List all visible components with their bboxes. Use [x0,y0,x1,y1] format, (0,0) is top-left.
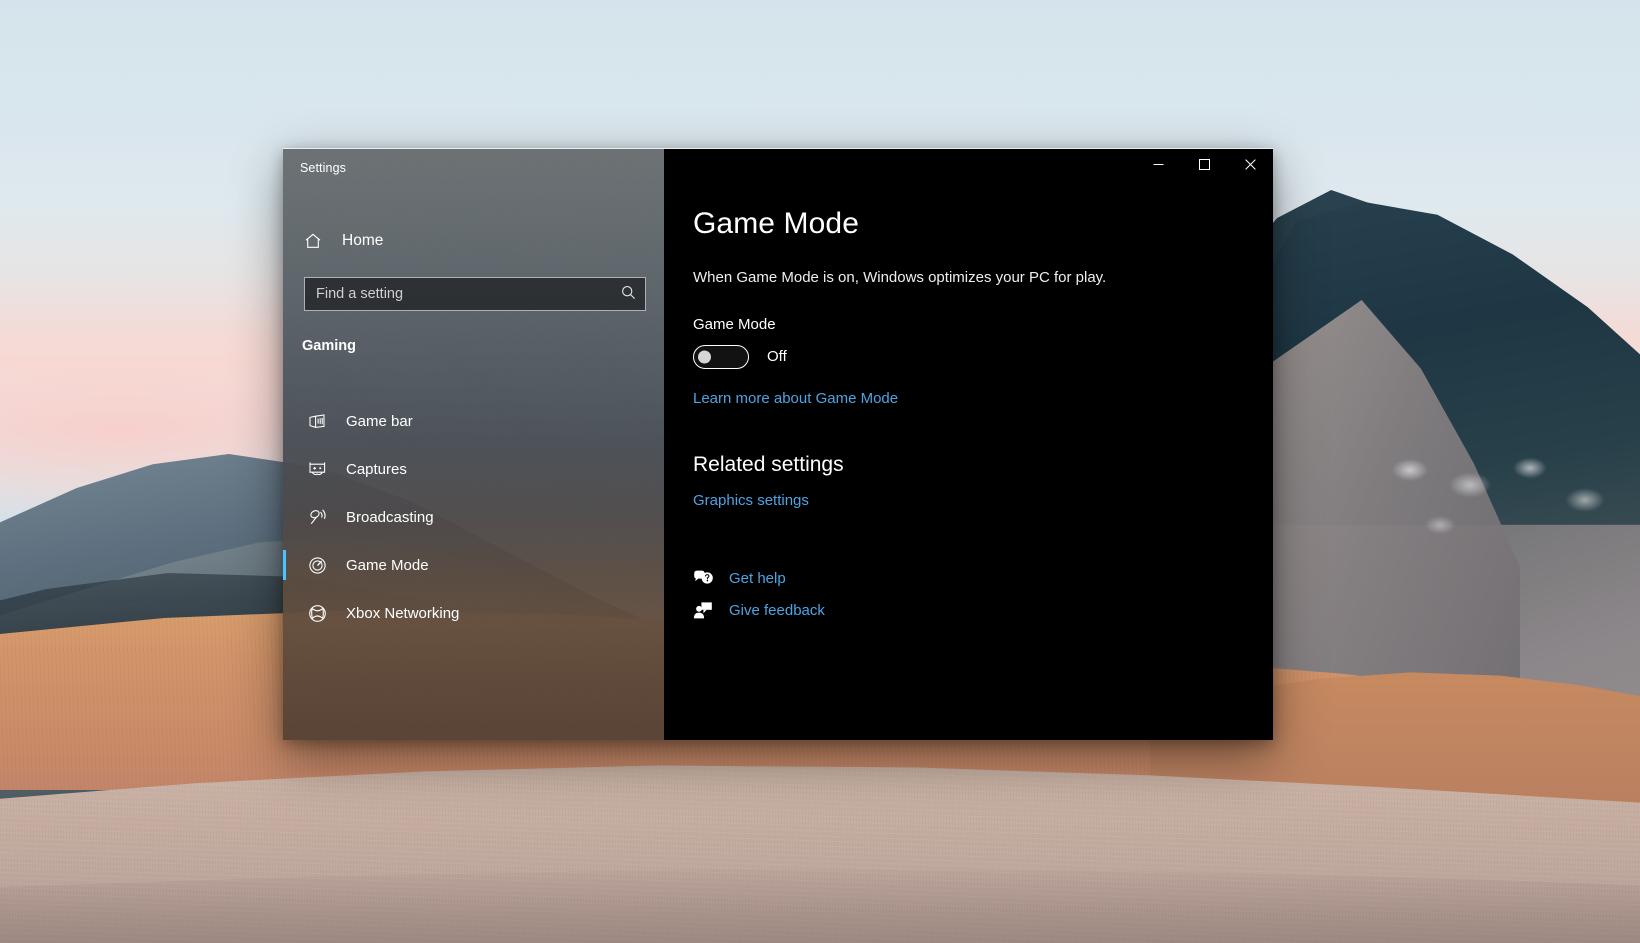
settings-window: Settings Home [283,148,1273,740]
sidebar-item-home-label: Home [342,232,383,250]
footer-links: Get help Give feedback [693,563,1249,627]
app-title: Settings [300,161,346,175]
sidebar-item-xbox-networking[interactable]: Xbox Networking [283,589,664,637]
page-title: Game Mode [693,207,1249,241]
captures-icon [306,458,328,480]
sidebar-item-label: Game Mode [346,557,429,574]
sidebar-item-game-bar[interactable]: Game bar [283,397,664,445]
sidebar-item-label: Game bar [346,413,413,430]
related-settings-heading: Related settings [693,453,1249,477]
sidebar-nav: Game bar Captures [283,397,664,637]
content-area: Game Mode When Game Mode is on, Windows … [664,149,1273,740]
settings-page: Game Mode When Game Mode is on, Windows … [693,207,1249,627]
sidebar-item-captures[interactable]: Captures [283,445,664,493]
sidebar: Settings Home [283,149,664,740]
search-icon [620,284,637,304]
close-icon [1245,158,1256,173]
sidebar-section-title: Gaming [302,338,356,354]
game-mode-toggle-state: Off [767,348,787,365]
toggle-knob [698,350,711,363]
search-box[interactable] [304,277,646,311]
search-button[interactable] [611,278,645,310]
game-mode-field-label: Game Mode [693,316,1249,333]
learn-more-link[interactable]: Learn more about Game Mode [693,390,898,407]
wallpaper-shrubs [1380,430,1620,560]
xbox-icon [306,602,328,624]
minimize-button[interactable] [1135,149,1181,181]
sidebar-item-home[interactable]: Home [290,221,650,261]
graphics-settings-link[interactable]: Graphics settings [693,492,809,509]
sidebar-item-game-mode[interactable]: Game Mode [283,541,664,589]
maximize-button[interactable] [1181,149,1227,181]
page-description: When Game Mode is on, Windows optimizes … [693,269,1249,286]
broadcasting-icon [306,506,328,528]
window-titlebar [1135,149,1273,181]
get-help-row[interactable]: Get help [693,563,1249,595]
maximize-icon [1199,158,1210,173]
game-bar-icon [306,410,328,432]
game-mode-icon [306,554,328,576]
sidebar-item-label: Captures [346,461,407,478]
give-feedback-link[interactable]: Give feedback [729,602,825,619]
close-button[interactable] [1227,149,1273,181]
sidebar-item-label: Xbox Networking [346,605,459,622]
minimize-icon [1153,158,1164,173]
game-mode-toggle[interactable] [693,345,749,369]
get-help-icon [693,569,729,588]
give-feedback-row[interactable]: Give feedback [693,595,1249,627]
search-input[interactable] [305,278,611,310]
game-mode-toggle-row: Off [693,345,1249,369]
get-help-link[interactable]: Get help [729,570,786,587]
give-feedback-icon [693,601,729,620]
home-icon [302,230,324,252]
sidebar-item-broadcasting[interactable]: Broadcasting [283,493,664,541]
sidebar-item-label: Broadcasting [346,509,434,526]
